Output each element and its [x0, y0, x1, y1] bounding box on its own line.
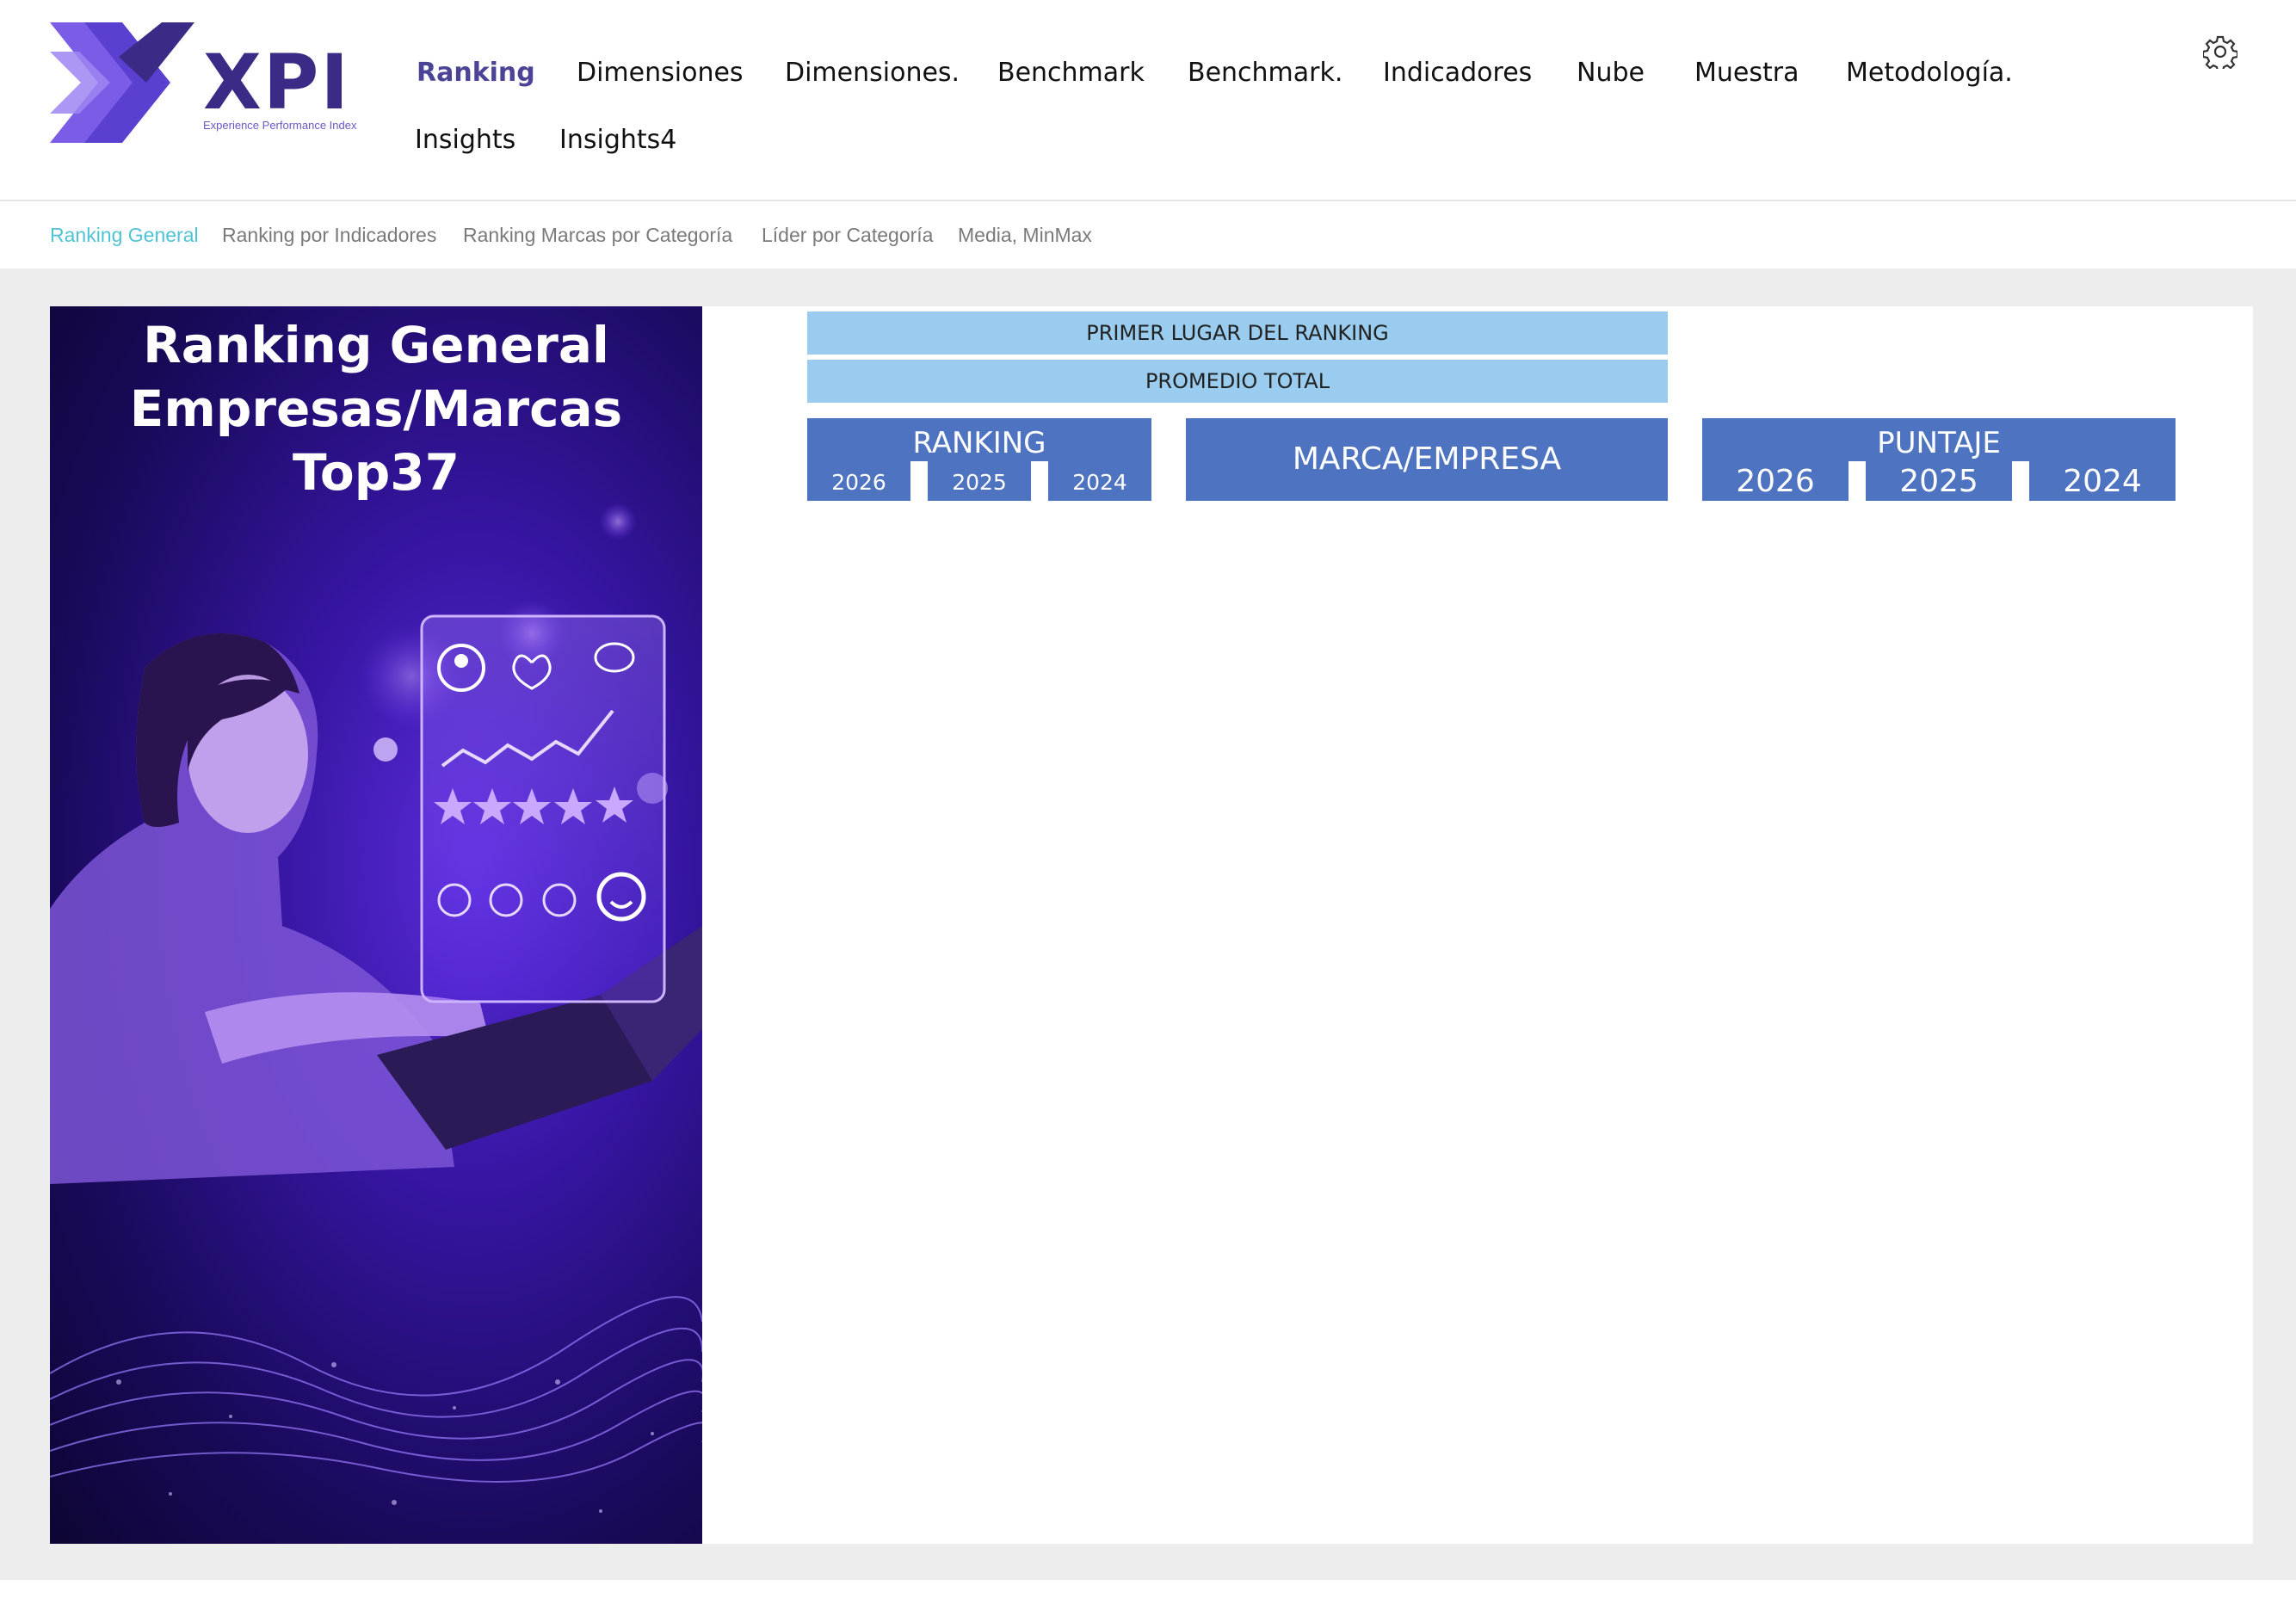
hero-title-line-3: Top37: [293, 443, 460, 502]
score-column-divider: [2012, 461, 2029, 501]
ranking-year-2024: 2024: [1072, 470, 1127, 495]
nav-indicadores[interactable]: Indicadores: [1383, 60, 1532, 86]
nav-metodologia[interactable]: Metodología.: [1846, 60, 2013, 86]
nav-insights4[interactable]: Insights4: [559, 127, 676, 153]
score-year-2024: 2024: [2063, 464, 2142, 499]
brand-name: XPI: [203, 38, 351, 126]
score-header: PUNTAJE 2026 2025 2024: [1702, 418, 2176, 501]
score-year-2026: 2026: [1736, 464, 1815, 499]
hero-title: Ranking General Empresas/Marcas Top37: [50, 313, 702, 504]
subnav-ranking-marcas-categoria[interactable]: Ranking Marcas por Categoría: [463, 224, 732, 247]
nav-benchmark-alt[interactable]: Benchmark.: [1188, 60, 1342, 86]
ranking-column-divider: [910, 461, 928, 501]
brand-tagline: Experience Performance Index: [203, 119, 357, 132]
nav-dimensiones-alt[interactable]: Dimensiones.: [785, 60, 960, 86]
nav-benchmark[interactable]: Benchmark: [997, 60, 1145, 86]
ranking-year-2025: 2025: [952, 470, 1007, 495]
gear-icon[interactable]: [2203, 34, 2237, 69]
top-header: XPI Experience Performance Index Ranking…: [0, 0, 2296, 201]
sub-navigation: Ranking General Ranking por Indicadores …: [0, 201, 2296, 268]
nav-muestra[interactable]: Muestra: [1694, 60, 1799, 86]
hero-title-line-1: Ranking General: [143, 316, 609, 374]
first-place-bar: PRIMER LUGAR DEL RANKING: [807, 312, 1668, 355]
xpi-logo[interactable]: XPI Experience Performance Index: [50, 22, 368, 143]
nav-dimensiones[interactable]: Dimensiones: [577, 60, 744, 86]
ranking-header: RANKING 2026 2025 2024: [807, 418, 1151, 501]
subnav-ranking-indicadores[interactable]: Ranking por Indicadores: [222, 224, 436, 247]
subnav-ranking-general[interactable]: Ranking General: [50, 224, 199, 247]
xpi-logo-mark-icon: [50, 22, 194, 143]
score-column-divider: [1849, 461, 1866, 501]
score-header-label: PUNTAJE: [1877, 426, 2001, 460]
ranking-column-divider: [1031, 461, 1048, 501]
score-year-2025: 2025: [1899, 464, 1978, 499]
hero-image: Ranking General Empresas/Marcas Top37: [50, 306, 702, 1544]
average-total-bar: PROMEDIO TOTAL: [807, 360, 1668, 403]
nav-nube[interactable]: Nube: [1577, 60, 1645, 86]
ranking-header-label: RANKING: [912, 426, 1046, 460]
subnav-lider-categoria[interactable]: Líder por Categoría: [762, 224, 933, 247]
brand-company-header: MARCA/EMPRESA: [1186, 418, 1668, 501]
hero-title-line-2: Empresas/Marcas: [129, 379, 623, 438]
ranking-year-2026: 2026: [831, 470, 886, 495]
subnav-media-minmax[interactable]: Media, MinMax: [958, 224, 1092, 247]
nav-ranking[interactable]: Ranking: [417, 60, 535, 86]
nav-insights[interactable]: Insights: [415, 127, 515, 153]
